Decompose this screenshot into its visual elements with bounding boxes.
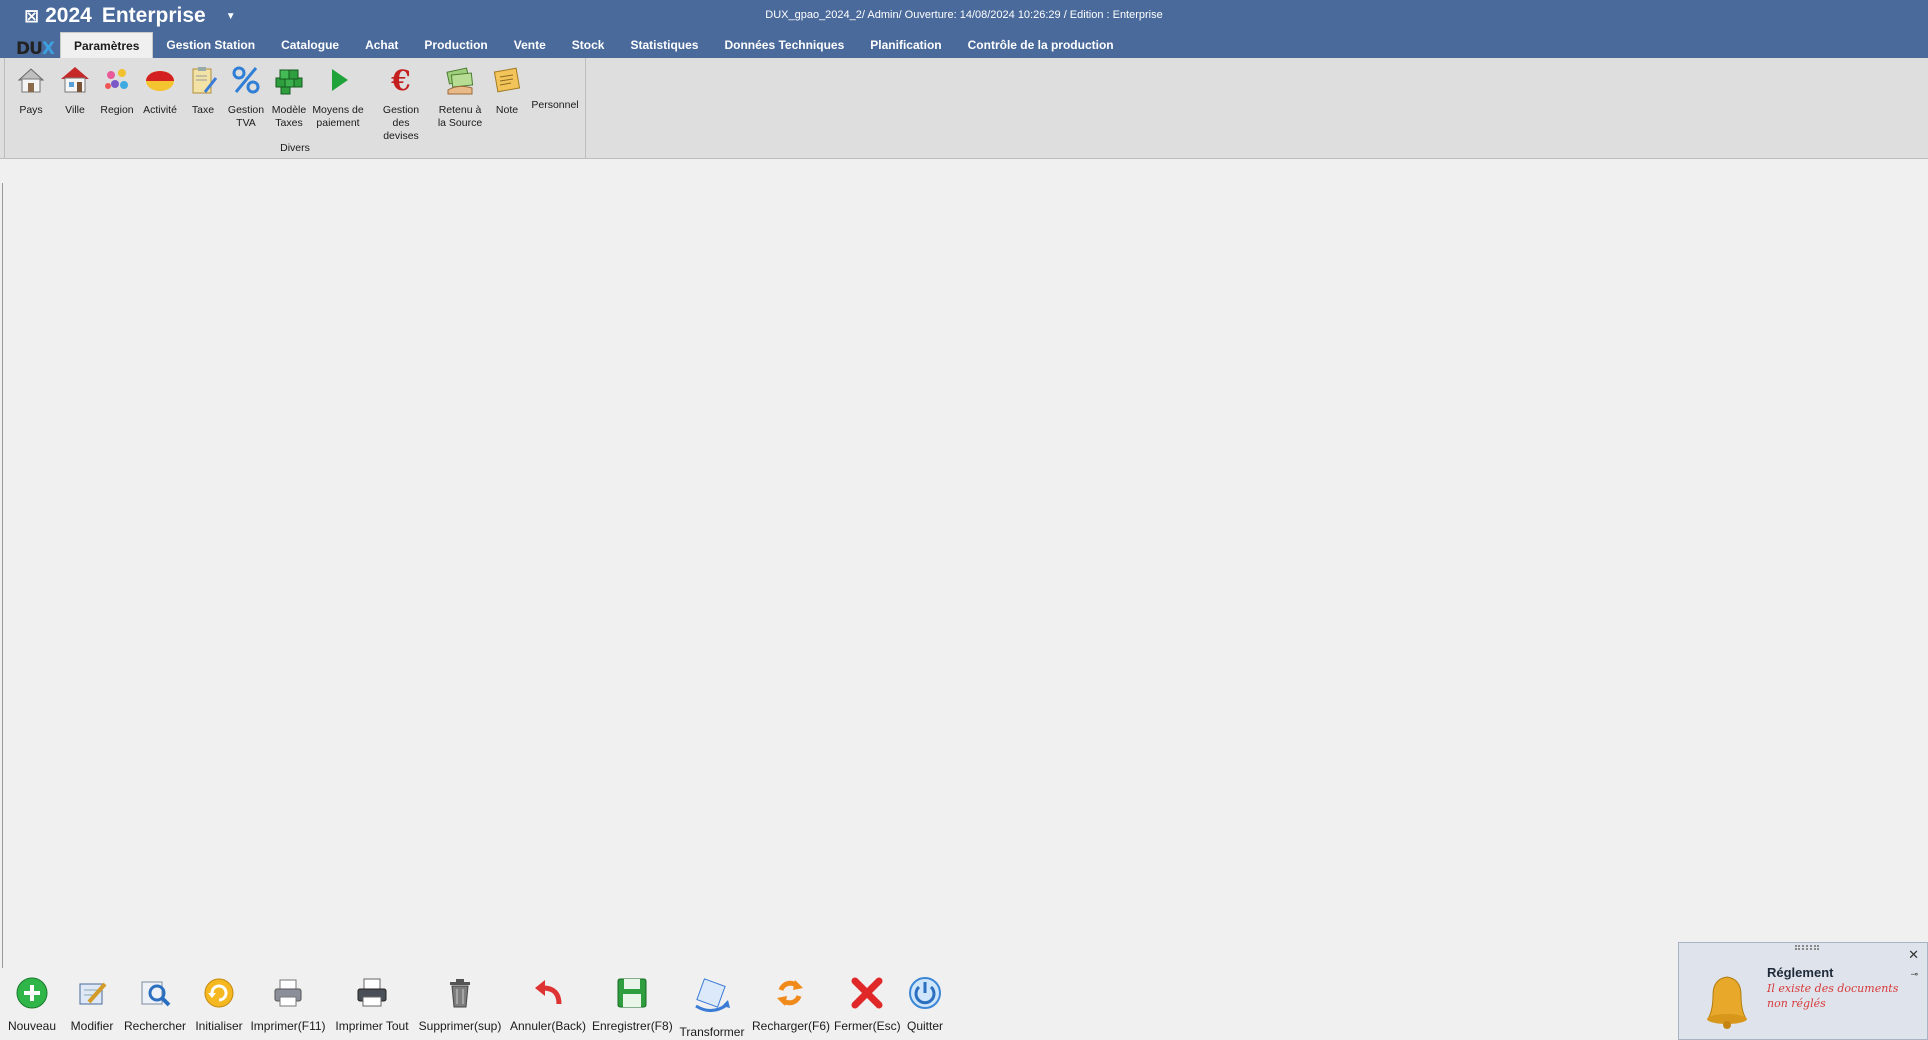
- annuler-button[interactable]: Annuler(Back): [508, 976, 588, 1033]
- moyens-paiement-button[interactable]: Moyens de paiement: [312, 64, 364, 130]
- house-icon: [17, 68, 45, 93]
- drag-handle-icon[interactable]: [1795, 945, 1819, 950]
- molecules-icon: [105, 69, 128, 89]
- green-play-icon: [332, 69, 348, 91]
- tab-controle-production[interactable]: Contrôle de la production: [955, 32, 1127, 58]
- tab-catalogue[interactable]: Catalogue: [268, 32, 352, 58]
- fermer-button[interactable]: Fermer(Esc): [834, 976, 901, 1033]
- printer-icon: [274, 979, 302, 1007]
- modifier-button[interactable]: Modifier: [66, 976, 118, 1033]
- close-icon: [851, 977, 883, 1009]
- taxe-button[interactable]: Taxe: [181, 64, 225, 117]
- tab-donnees-techniques[interactable]: Données Techniques: [711, 32, 857, 58]
- activite-button[interactable]: Activité: [138, 64, 182, 117]
- tab-achat[interactable]: Achat: [352, 32, 411, 58]
- pays-button[interactable]: Pays: [9, 64, 53, 117]
- ribbon-tab-bar: DUX Paramètres Gestion Station Catalogue…: [0, 31, 1928, 59]
- bottom-toolbar: Nouveau Modifier Rechercher Initialiser: [0, 964, 1000, 1040]
- notification-title: Réglement: [1767, 965, 1834, 980]
- quitter-button[interactable]: Quitter: [904, 976, 946, 1033]
- tab-stock[interactable]: Stock: [559, 32, 618, 58]
- ribbon-group-caption: Divers: [280, 142, 310, 154]
- trash-icon: [450, 979, 470, 1008]
- bell-icon: [1707, 976, 1747, 1029]
- save-icon: [617, 978, 647, 1008]
- ville-button[interactable]: Ville: [53, 64, 97, 117]
- note-button[interactable]: Note: [485, 64, 529, 117]
- rechercher-button[interactable]: Rechercher: [124, 976, 186, 1033]
- clipboard-pencil-icon: [192, 67, 218, 94]
- tab-production[interactable]: Production: [411, 32, 500, 58]
- tab-parametres[interactable]: Paramètres: [60, 32, 154, 59]
- main-workspace: [0, 159, 1928, 968]
- recharger-button[interactable]: Recharger(F6): [752, 976, 830, 1033]
- transformer-button[interactable]: Transformer: [678, 976, 746, 1039]
- imprimer-button[interactable]: Imprimer(F11): [250, 976, 326, 1033]
- gestion-tva-button[interactable]: Gestion TVA: [224, 64, 268, 130]
- svg-text:€: €: [390, 64, 410, 96]
- reload-icon: [777, 980, 803, 1006]
- printer-all-icon: [357, 978, 387, 1007]
- ribbon-group-divers: Pays Ville Region Activité Taxe Gestion …: [4, 58, 586, 158]
- percent-icon: [232, 66, 260, 94]
- edit-icon: [79, 982, 107, 1005]
- red-yellow-pie-icon: [146, 71, 174, 91]
- euro-icon: €: [390, 64, 410, 97]
- title-bar: ⊠ 2024 Enterprise ▼ DUX_gpao_2024_2/ Adm…: [0, 0, 1928, 31]
- personnel-button[interactable]: Personnel: [529, 64, 581, 112]
- imprimer-tout-button[interactable]: Imprimer Tout: [332, 976, 412, 1033]
- tab-planification[interactable]: Planification: [857, 32, 954, 58]
- search-icon: [141, 981, 171, 1007]
- supprimer-button[interactable]: Supprimer(sup): [418, 976, 502, 1033]
- region-button[interactable]: Region: [95, 64, 139, 117]
- undo-arrow-icon: [535, 980, 562, 1005]
- power-icon: [909, 977, 941, 1009]
- modele-taxes-button[interactable]: Modèle Taxes: [267, 64, 311, 130]
- green-cubes-icon: [275, 69, 303, 95]
- notification-message: Il existe des documents non réglés: [1767, 982, 1899, 1010]
- close-icon[interactable]: ✕: [1908, 947, 1919, 963]
- app-logo: DUX: [16, 39, 55, 59]
- personnel-icon: [539, 64, 571, 96]
- reset-icon: [204, 978, 234, 1008]
- pin-icon[interactable]: ⊸: [1910, 969, 1918, 980]
- tab-statistiques[interactable]: Statistiques: [617, 32, 711, 58]
- transform-icon: [695, 978, 730, 1012]
- nouveau-button[interactable]: Nouveau: [6, 976, 58, 1033]
- workspace-border: [2, 183, 3, 968]
- ribbon-panel: Pays Ville Region Activité Taxe Gestion …: [0, 58, 1928, 159]
- add-icon: [16, 977, 48, 1009]
- tab-vente[interactable]: Vente: [501, 32, 559, 58]
- window-info: DUX_gpao_2024_2/ Admin/ Ouverture: 14/08…: [765, 9, 1163, 21]
- retenu-source-button[interactable]: Retenu à la Source: [435, 64, 485, 130]
- red-roof-house-icon: [61, 67, 89, 93]
- initialiser-button[interactable]: Initialiser: [192, 976, 246, 1033]
- note-icon: [493, 67, 521, 93]
- notification-popup[interactable]: ✕ ⊸ Réglement Il existe des documents no…: [1678, 942, 1928, 1040]
- gestion-devises-button[interactable]: € Gestion des devises: [373, 64, 429, 143]
- tab-gestion-station[interactable]: Gestion Station: [153, 32, 268, 58]
- enregistrer-button[interactable]: Enregistrer(F8): [592, 976, 673, 1033]
- money-hand-icon: [446, 67, 474, 95]
